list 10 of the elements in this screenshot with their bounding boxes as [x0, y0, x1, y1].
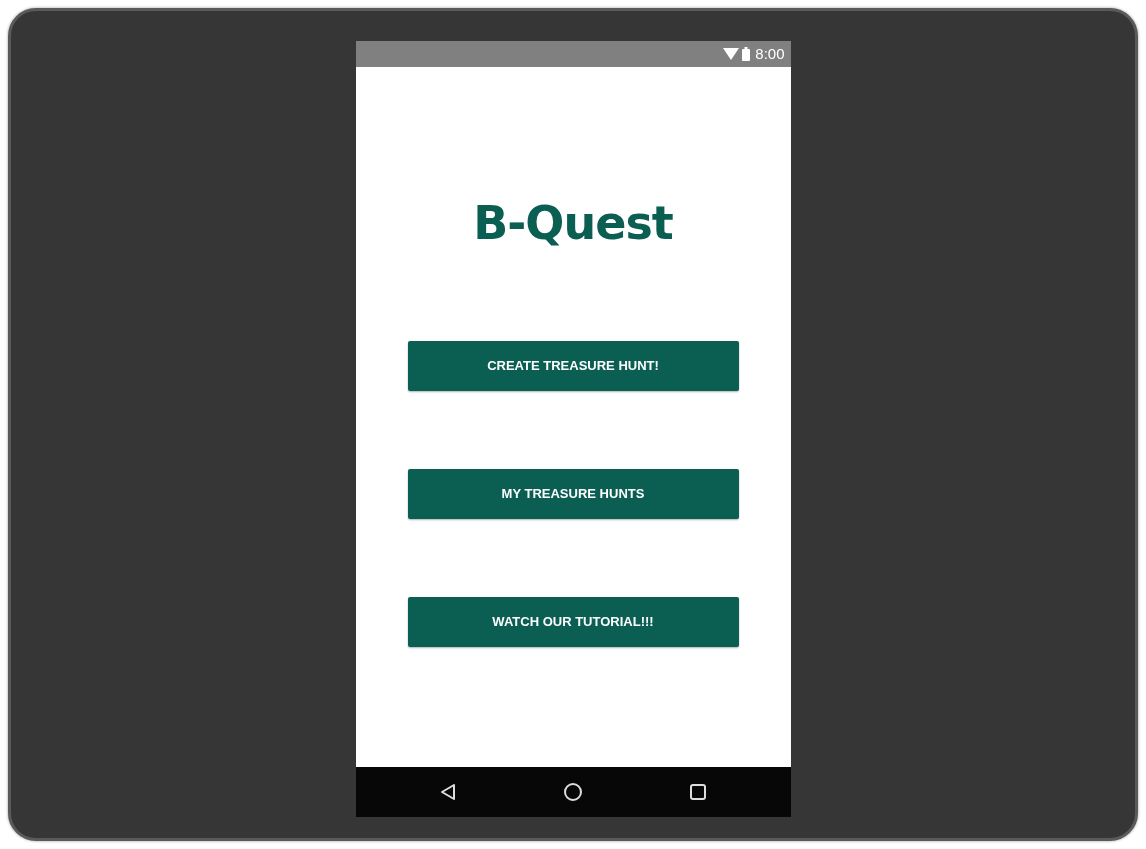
- battery-icon: [742, 47, 751, 61]
- recents-icon[interactable]: [689, 783, 708, 801]
- menu-button[interactable]: WATCH OUR TUTORIAL!!!: [407, 597, 739, 647]
- status-time: 8:00: [755, 43, 785, 64]
- home-icon[interactable]: [563, 782, 583, 802]
- wifi-icon: [723, 48, 740, 60]
- menu-button[interactable]: CREATE TREASURE HUNT!: [407, 341, 739, 391]
- back-icon[interactable]: [438, 783, 457, 801]
- menu-button[interactable]: MY TREASURE HUNTS: [407, 469, 739, 519]
- app-title: B-Quest: [473, 195, 673, 251]
